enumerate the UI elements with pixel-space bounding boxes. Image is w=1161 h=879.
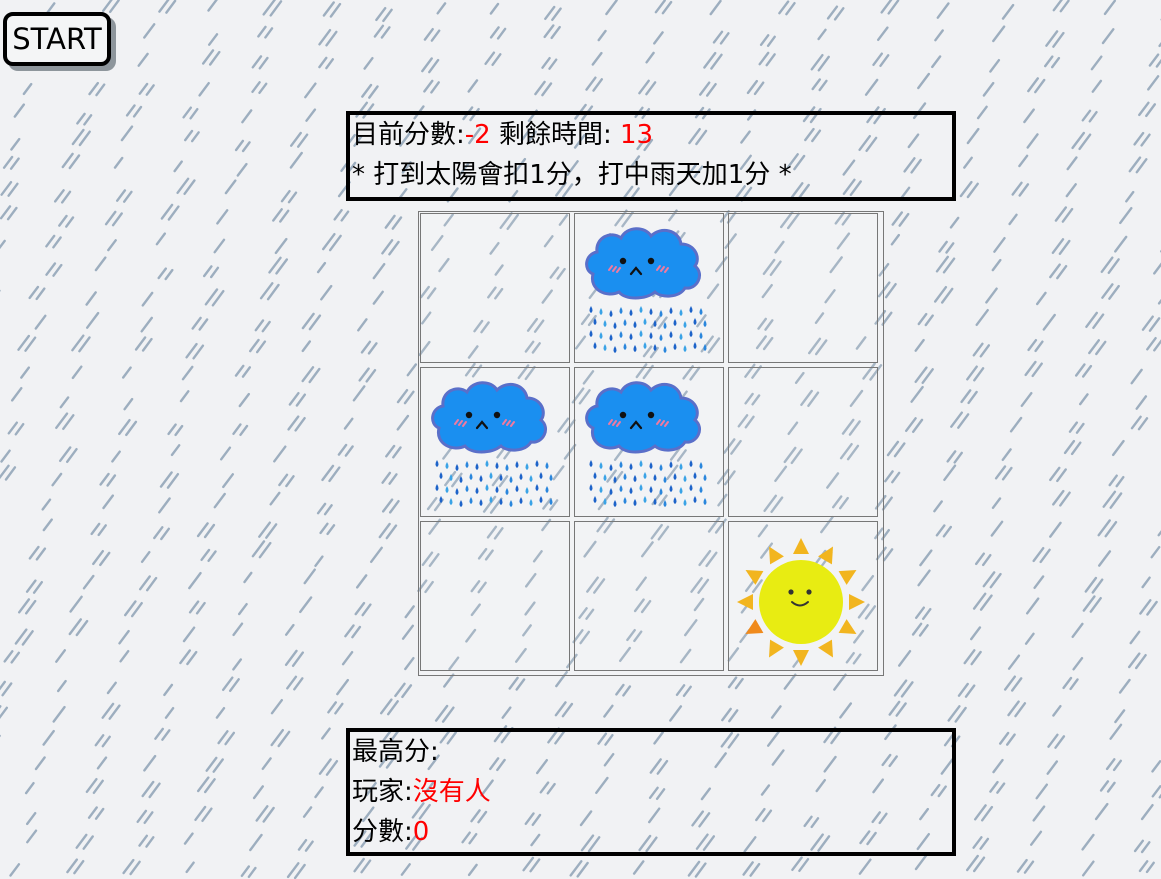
best-score-value: 0: [412, 817, 430, 847]
high-score-title: 最高分:: [352, 737, 439, 767]
score-line: 目前分數:-2 剩餘時間: 13: [352, 115, 952, 155]
best-score-line: 分數:0: [352, 812, 952, 852]
start-button[interactable]: START: [3, 12, 111, 66]
grid-cell-empty[interactable]: [420, 521, 570, 671]
time-label: 剩餘時間:: [490, 120, 620, 150]
grid-cell-empty[interactable]: [728, 213, 878, 363]
grid-cell-rain-cloud[interactable]: [420, 367, 570, 517]
best-score-label: 分數:: [352, 817, 413, 847]
player-line: 玩家:沒有人: [352, 772, 952, 812]
rain-cloud-icon: [431, 381, 553, 507]
game-grid: [418, 211, 884, 676]
rain-cloud-icon: [585, 381, 707, 507]
player-label: 玩家:: [352, 777, 413, 807]
rule-text: * 打到太陽會扣1分，打中雨天加1分 *: [352, 160, 792, 190]
grid-cell-empty[interactable]: [420, 213, 570, 363]
grid-cell-empty[interactable]: [574, 521, 724, 671]
player-value: 沒有人: [412, 777, 491, 807]
high-score-panel: 最高分: 玩家:沒有人 分數:0: [346, 728, 956, 856]
score-value: -2: [464, 120, 491, 150]
rain-cloud-icon: [585, 227, 707, 353]
score-label: 目前分數:: [352, 120, 465, 150]
sun-icon: [737, 538, 865, 666]
grid-cell-rain-cloud[interactable]: [574, 367, 724, 517]
grid-cell-rain-cloud[interactable]: [574, 213, 724, 363]
grid-cell-empty[interactable]: [728, 367, 878, 517]
score-panel: 目前分數:-2 剩餘時間: 13 * 打到太陽會扣1分，打中雨天加1分 *: [346, 111, 956, 201]
grid-cell-sun[interactable]: [728, 521, 878, 671]
time-value: 13: [620, 120, 654, 150]
